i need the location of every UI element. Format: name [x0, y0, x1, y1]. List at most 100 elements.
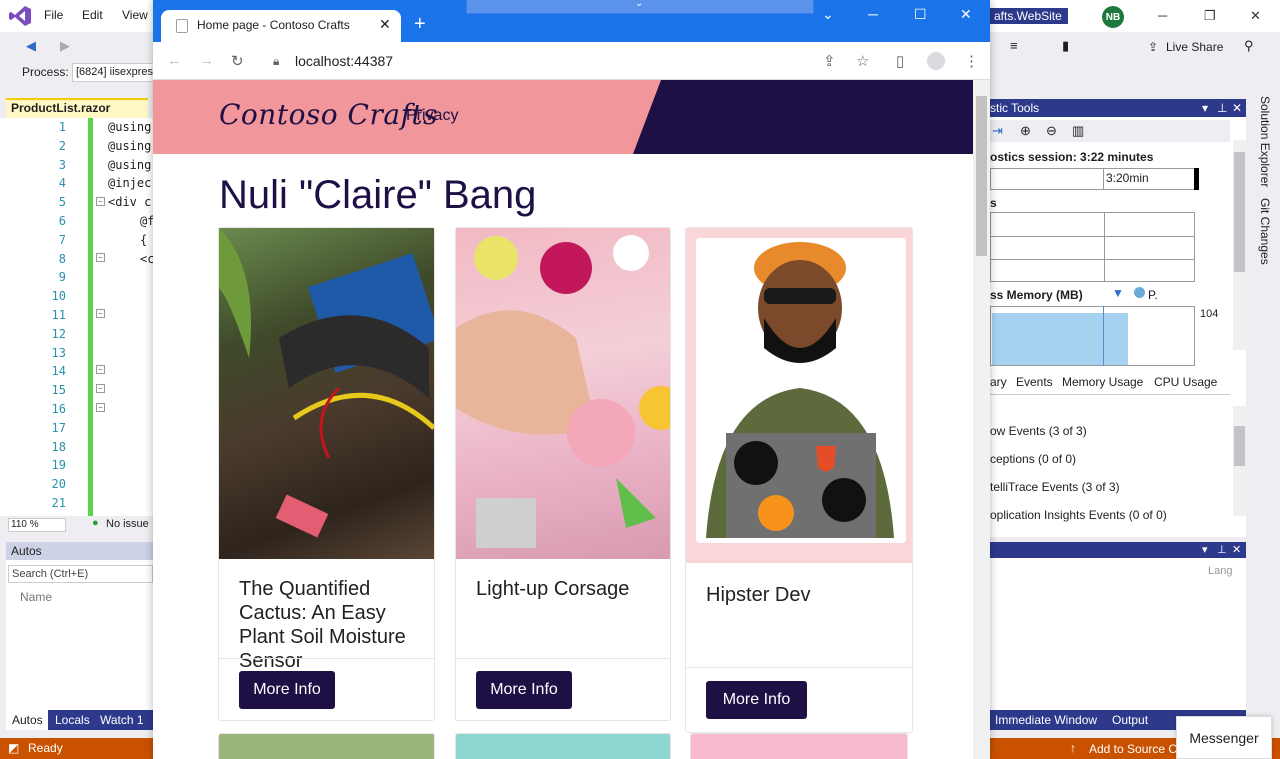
close-icon[interactable]: ✕: [1250, 8, 1261, 24]
avatar[interactable]: NB: [1102, 6, 1124, 28]
code-line[interactable]: @using: [108, 139, 151, 153]
bookmark-icon[interactable]: ▮: [1062, 38, 1069, 54]
tab-locals[interactable]: Locals: [55, 713, 90, 727]
vs-solution-name: afts.WebSite: [990, 8, 1068, 24]
fold-toggle-icon[interactable]: −: [96, 253, 105, 262]
new-tab-icon[interactable]: +: [414, 13, 426, 36]
tab-close-icon[interactable]: ✕: [379, 16, 391, 33]
feedback-icon[interactable]: ⚲: [1244, 38, 1254, 54]
more-info-button[interactable]: More Info: [476, 671, 572, 709]
tab-output[interactable]: Output: [1112, 713, 1148, 727]
product-card[interactable]: [690, 733, 908, 759]
scrollbar-thumb[interactable]: [976, 96, 987, 256]
code-line[interactable]: @using: [108, 120, 151, 134]
pin-icon[interactable]: ⊥: [1217, 543, 1227, 556]
lock-icon[interactable]: 🔒︎: [273, 54, 279, 69]
forward-arrow-icon[interactable]: →: [199, 52, 214, 69]
debug-bottom-tabs: Autos Locals Watch 1: [6, 710, 153, 730]
fold-toggle-icon[interactable]: −: [96, 403, 105, 412]
close-panel-icon[interactable]: ✕: [1232, 543, 1241, 556]
editor-tab-productlist[interactable]: ProductList.razor: [6, 98, 148, 118]
url-input[interactable]: localhost:44387: [295, 53, 393, 69]
side-panel-icon[interactable]: ▯: [896, 52, 904, 70]
code-line[interactable]: <div c: [108, 195, 151, 209]
change-tracking-bar: [88, 118, 93, 516]
code-line[interactable]: @using: [108, 158, 151, 172]
dropdown-icon[interactable]: ▾: [1202, 101, 1208, 115]
reload-icon[interactable]: ↻: [231, 52, 244, 70]
legend-dot-icon: [1134, 287, 1145, 298]
zoom-select[interactable]: 110 %: [8, 518, 66, 532]
memory-fill: [992, 313, 1128, 365]
minimize-icon[interactable]: ─: [1158, 8, 1167, 23]
line-number: 8: [58, 251, 66, 266]
menu-edit[interactable]: Edit: [82, 8, 103, 22]
share-icon[interactable]: ⇪: [1148, 40, 1158, 54]
chart-icon[interactable]: ▥: [1072, 123, 1084, 139]
filter-icon[interactable]: ▼: [1112, 286, 1124, 300]
product-image[interactable]: [219, 228, 434, 559]
chevron-down-icon[interactable]: ⌄: [822, 6, 834, 23]
event-item[interactable]: ceptions (0 of 0): [990, 452, 1076, 466]
tab-events[interactable]: Events: [1016, 375, 1053, 389]
select-icon[interactable]: ⇥: [992, 123, 1003, 139]
maximize-icon[interactable]: ☐: [914, 6, 927, 23]
star-icon[interactable]: ☆: [856, 52, 869, 70]
close-panel-icon[interactable]: ✕: [1232, 101, 1242, 115]
event-item[interactable]: telliTrace Events (3 of 3): [990, 480, 1120, 494]
zoom-in-icon[interactable]: ⊕: [1020, 123, 1031, 139]
process-select[interactable]: [6824] iisexpres: [72, 63, 154, 82]
more-info-button[interactable]: More Info: [239, 671, 335, 709]
back-arrow-icon[interactable]: ←: [167, 52, 182, 69]
line-number: 16: [51, 402, 66, 416]
back-icon[interactable]: ◀: [26, 38, 36, 54]
tab-immediate-window[interactable]: Immediate Window: [995, 713, 1097, 727]
fold-toggle-icon[interactable]: −: [96, 309, 105, 318]
tab-search-button[interactable]: ⌄: [466, 0, 814, 14]
tab-summary[interactable]: ary: [990, 375, 1007, 389]
minimize-icon[interactable]: ─: [868, 6, 878, 22]
close-icon[interactable]: ✕: [960, 6, 972, 23]
tab-autos[interactable]: Autos: [6, 710, 48, 730]
forward-icon[interactable]: ▶: [60, 38, 70, 54]
code-editor[interactable]: 1 2 3 4 5 6 7 8 9 10 11 12 13 14 15 16 17 18 19 20 21 @using @…: [0, 118, 154, 516]
profile-icon[interactable]: [927, 52, 945, 70]
git-changes-tab[interactable]: Git Changes: [1258, 198, 1272, 265]
solution-explorer-tab[interactable]: Solution Explorer: [1258, 96, 1272, 187]
dropdown-icon[interactable]: ▾: [1202, 543, 1208, 556]
fold-toggle-icon[interactable]: −: [96, 365, 105, 374]
fold-toggle-icon[interactable]: −: [96, 197, 105, 206]
autos-search-input[interactable]: Search (Ctrl+E): [8, 565, 153, 583]
events-section-label: s: [990, 196, 997, 210]
tab-memory-usage[interactable]: Memory Usage: [1062, 375, 1143, 389]
timeline-cursor[interactable]: [1194, 168, 1199, 190]
fold-toggle-icon[interactable]: −: [96, 384, 105, 393]
share-icon[interactable]: ⇪: [823, 52, 836, 70]
tab-cpu-usage[interactable]: CPU Usage: [1154, 375, 1217, 389]
code-line[interactable]: @injec: [108, 176, 151, 190]
event-item[interactable]: oplication Insights Events (0 of 0): [990, 508, 1167, 522]
code-line[interactable]: {: [140, 233, 147, 247]
nav-privacy-link[interactable]: Privacy: [406, 107, 458, 125]
more-info-button[interactable]: More Info: [706, 681, 807, 719]
add-to-source-control[interactable]: Add to Source C: [1089, 742, 1177, 756]
kebab-menu-icon[interactable]: ⋮: [964, 52, 979, 70]
diag-scrollbar[interactable]: [1233, 140, 1246, 350]
events-scrollbar[interactable]: [1233, 406, 1246, 516]
product-image[interactable]: [456, 228, 670, 559]
event-item[interactable]: ow Events (3 of 3): [990, 424, 1087, 438]
product-card[interactable]: [455, 733, 671, 759]
zoom-out-icon[interactable]: ⊖: [1046, 123, 1057, 139]
live-share-button[interactable]: Live Share: [1166, 40, 1223, 54]
tab-watch[interactable]: Watch 1: [100, 713, 144, 727]
product-card[interactable]: [218, 733, 435, 759]
messenger-button[interactable]: Messenger: [1176, 716, 1272, 759]
indent-icon[interactable]: ≡: [1010, 38, 1018, 53]
immediate-panel[interactable]: [990, 558, 1246, 710]
restore-icon[interactable]: ❐: [1204, 8, 1216, 24]
pin-icon[interactable]: ⊥: [1217, 101, 1227, 115]
menu-file[interactable]: File: [44, 8, 63, 22]
product-image[interactable]: [686, 228, 912, 563]
menu-view[interactable]: View: [122, 8, 148, 22]
card-footer: [219, 658, 434, 659]
